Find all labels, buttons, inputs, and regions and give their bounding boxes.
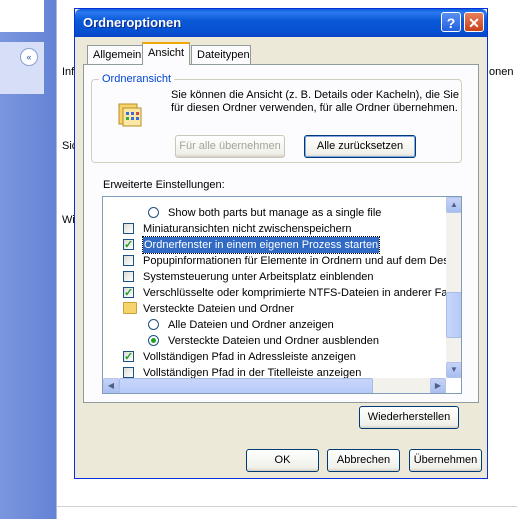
close-button[interactable]: ✕ <box>464 12 484 32</box>
setting-label: Verschlüsselte oder komprimierte NTFS-Da… <box>143 287 458 299</box>
setting-row[interactable]: Show both parts but manage as a single f… <box>103 205 443 221</box>
setting-label: Alle Dateien und Ordner anzeigen <box>168 319 334 331</box>
setting-row[interactable]: Versteckte Dateien und Ordner <box>103 301 443 317</box>
folder-options-icon <box>118 103 142 127</box>
apply-button[interactable]: Übernehmen <box>409 449 482 472</box>
folder-icon <box>123 302 137 314</box>
setting-row[interactable]: Ordnerfenster in einem eigenen Prozess s… <box>103 236 443 254</box>
tab-allgemein[interactable]: Allgemein <box>87 45 143 64</box>
checkbox[interactable] <box>123 237 134 253</box>
checkbox[interactable] <box>123 223 134 234</box>
folder-view-group-label: Ordneransicht <box>99 73 175 85</box>
explorer-task-pane: « <box>0 0 56 519</box>
folder-options-dialog: Ordneroptionen ? ✕ Allgemein Ansicht Dat… <box>74 8 488 479</box>
checkbox[interactable] <box>123 367 134 378</box>
scroll-left-icon[interactable]: ◀ <box>103 378 119 393</box>
vertical-scrollbar[interactable]: ▲ ▼ <box>446 197 461 378</box>
pane-divider <box>56 0 57 519</box>
checkbox[interactable] <box>123 255 134 266</box>
setting-row[interactable]: Vollständigen Pfad in Adressleiste anzei… <box>103 349 443 365</box>
ok-button[interactable]: OK <box>246 449 319 472</box>
setting-row[interactable]: Systemsteuerung unter Arbeitsplatz einbl… <box>103 269 443 285</box>
radio-button[interactable] <box>148 335 159 346</box>
help-button[interactable]: ? <box>441 12 461 32</box>
background-text-1: Inf <box>62 66 75 78</box>
setting-label: Versteckte Dateien und Ordner <box>143 303 295 315</box>
background-text-3: Wi <box>62 214 75 226</box>
scroll-right-icon[interactable]: ▶ <box>430 378 446 393</box>
background-divider <box>57 506 517 507</box>
horizontal-scrollbar[interactable]: ◀ ▶ <box>103 378 446 393</box>
dialog-titlebar[interactable]: Ordneroptionen ? ✕ <box>75 9 487 37</box>
apply-to-all-folders-button[interactable]: Für alle übernehmen <box>175 135 285 158</box>
task-pane-header <box>0 0 44 32</box>
setting-label: Versteckte Dateien und Ordner ausblenden <box>168 335 379 347</box>
checkbox[interactable] <box>123 349 134 365</box>
dialog-title: Ordneroptionen <box>83 15 182 30</box>
setting-label: Miniaturansichten nicht zwischenspeicher… <box>143 223 352 235</box>
collapse-icon[interactable]: « <box>20 48 38 66</box>
reset-all-folders-button[interactable]: Alle zurücksetzen <box>304 135 416 158</box>
setting-label: Vollständigen Pfad in Adressleiste anzei… <box>143 351 356 363</box>
radio-button[interactable] <box>148 319 159 330</box>
folder-view-description: Sie können die Ansicht (z. B. Details od… <box>171 89 459 114</box>
setting-label: Popupinformationen für Elemente in Ordne… <box>143 255 455 267</box>
background-text-4: onen <box>489 66 514 78</box>
setting-label: Systemsteuerung unter Arbeitsplatz einbl… <box>143 271 374 283</box>
vertical-scroll-thumb[interactable] <box>446 292 461 338</box>
setting-row[interactable]: Versteckte Dateien und Ordner ausblenden <box>103 333 443 349</box>
setting-row[interactable]: Alle Dateien und Ordner anzeigen <box>103 317 443 333</box>
checkbox[interactable] <box>123 271 134 282</box>
setting-row[interactable]: Miniaturansichten nicht zwischenspeicher… <box>103 221 443 237</box>
setting-label: Show both parts but manage as a single f… <box>168 207 382 219</box>
advanced-settings-label: Erweiterte Einstellungen: <box>103 179 225 191</box>
cancel-button[interactable]: Abbrechen <box>327 449 400 472</box>
tab-dateitypen[interactable]: Dateitypen <box>191 45 251 64</box>
advanced-settings-tree[interactable]: Show both parts but manage as a single f… <box>102 196 462 394</box>
checkbox[interactable] <box>123 285 134 301</box>
tab-ansicht[interactable]: Ansicht <box>142 42 190 65</box>
setting-row[interactable]: Verschlüsselte oder komprimierte NTFS-Da… <box>103 285 457 301</box>
scroll-down-icon[interactable]: ▼ <box>446 362 461 378</box>
setting-row[interactable]: Popupinformationen für Elemente in Ordne… <box>103 253 454 269</box>
setting-label: Ordnerfenster in einem eigenen Prozess s… <box>141 236 381 254</box>
horizontal-scroll-thumb[interactable] <box>119 378 373 393</box>
restore-defaults-button[interactable]: Wiederherstellen <box>359 406 459 429</box>
radio-button[interactable] <box>148 207 159 218</box>
scroll-up-icon[interactable]: ▲ <box>446 197 461 213</box>
